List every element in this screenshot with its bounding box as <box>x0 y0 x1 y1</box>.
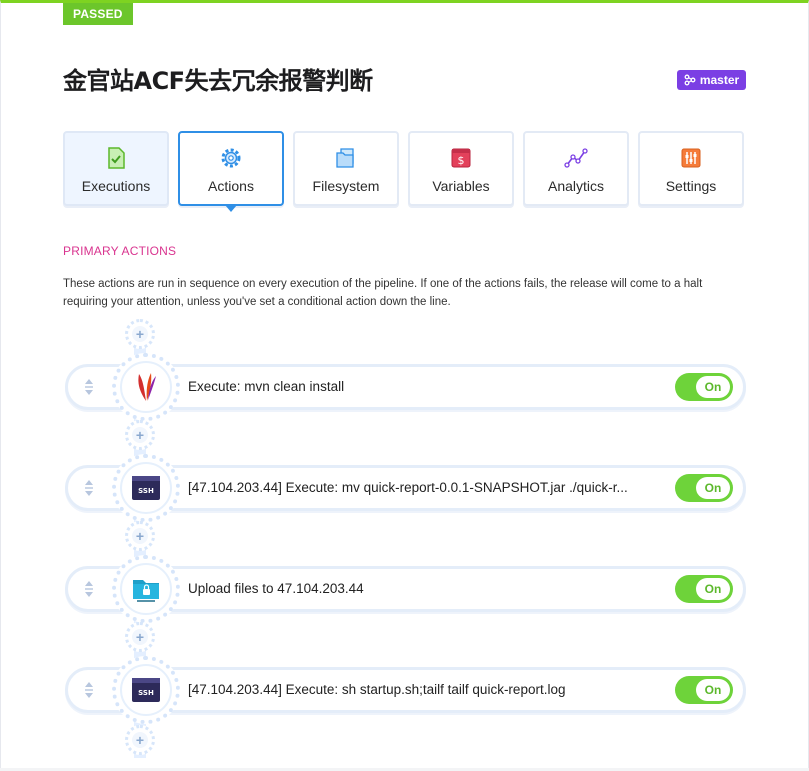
sftp-folder-icon <box>133 580 159 602</box>
branch-badge[interactable]: master <box>677 70 746 90</box>
action-row[interactable]: Upload files to 47.104.203.44 On <box>65 555 746 623</box>
tab-label: Settings <box>665 178 717 194</box>
ssh-icon: SSH <box>132 476 160 500</box>
action-label: Upload files to 47.104.203.44 <box>188 581 364 596</box>
maven-feather-icon <box>138 373 156 401</box>
tab-actions[interactable]: Actions <box>178 131 284 212</box>
analytics-icon <box>564 148 588 168</box>
action-toggle[interactable]: On <box>675 575 733 603</box>
action-icon-badge: SSH <box>112 454 180 522</box>
plus-icon: + <box>132 732 148 748</box>
drag-handle-icon[interactable] <box>83 580 95 598</box>
drag-handle-icon[interactable] <box>83 681 95 699</box>
action-icon-badge: SSH <box>112 656 180 724</box>
variables-icon: $ <box>451 148 471 168</box>
tab-variables[interactable]: $ Variables <box>408 131 514 206</box>
tab-settings[interactable]: Settings <box>638 131 744 206</box>
gear-icon <box>221 148 241 168</box>
branch-icon <box>684 74 696 86</box>
plus-icon: + <box>132 629 148 645</box>
svg-text:$: $ <box>458 154 465 167</box>
add-action-button[interactable]: + <box>125 521 155 551</box>
pipeline-actions: + Execute: mvn clean install On + SSH [4… <box>1 3 809 771</box>
branch-label: master <box>699 73 740 87</box>
filesystem-icon <box>336 148 354 168</box>
section-description: These actions are run in sequence on eve… <box>63 278 703 308</box>
tab-analytics[interactable]: Analytics <box>523 131 629 206</box>
plus-icon: + <box>132 427 148 443</box>
plus-icon: + <box>132 528 148 544</box>
tab-filesystem[interactable]: Filesystem <box>293 131 399 206</box>
action-label: Execute: mvn clean install <box>188 379 345 394</box>
action-row[interactable]: Execute: mvn clean install On <box>65 353 746 421</box>
tab-label: Variables <box>432 178 490 194</box>
tab-executions[interactable]: Executions <box>63 131 169 206</box>
tab-label: Filesystem <box>312 178 380 194</box>
drag-handle-icon[interactable] <box>83 378 95 396</box>
executions-icon <box>108 147 125 169</box>
svg-text:SSH: SSH <box>138 689 154 697</box>
add-action-button[interactable]: + <box>125 622 155 652</box>
tab-bar: Executions Actions Filesystem $ Variable… <box>63 131 746 212</box>
toggle-label: On <box>696 477 730 499</box>
action-row[interactable]: SSH [47.104.203.44] Execute: mv quick-re… <box>65 454 746 522</box>
page-title: 金官站ACF失去冗余报警判断 <box>63 67 373 95</box>
action-icon-badge <box>112 555 180 623</box>
tab-label: Executions <box>81 178 151 194</box>
action-row[interactable]: SSH [47.104.203.44] Execute: sh startup.… <box>65 656 746 724</box>
add-action-button[interactable]: + <box>125 420 155 450</box>
tab-label: Actions <box>208 178 254 194</box>
toggle-label: On <box>696 578 730 600</box>
action-label: [47.104.203.44] Execute: sh startup.sh;t… <box>188 682 566 697</box>
tab-label: Analytics <box>547 178 605 194</box>
ssh-icon: SSH <box>132 678 160 702</box>
settings-icon <box>681 148 701 168</box>
action-toggle[interactable]: On <box>675 373 733 401</box>
add-action-button[interactable]: + <box>125 319 155 349</box>
pipeline-page: PASSED 金官站ACF失去冗余报警判断 master Executions … <box>0 0 809 768</box>
drag-handle-icon[interactable] <box>83 479 95 497</box>
plus-icon: + <box>132 326 148 342</box>
action-toggle[interactable]: On <box>675 474 733 502</box>
action-icon-badge <box>112 353 180 421</box>
toggle-label: On <box>696 679 730 701</box>
svg-text:SSH: SSH <box>138 487 154 495</box>
toggle-label: On <box>696 376 730 398</box>
action-label: [47.104.203.44] Execute: mv quick-report… <box>188 480 628 495</box>
action-toggle[interactable]: On <box>675 676 733 704</box>
status-badge: PASSED <box>63 3 133 25</box>
section-title: PRIMARY ACTIONS <box>63 244 177 258</box>
add-action-button[interactable]: + <box>125 725 155 755</box>
